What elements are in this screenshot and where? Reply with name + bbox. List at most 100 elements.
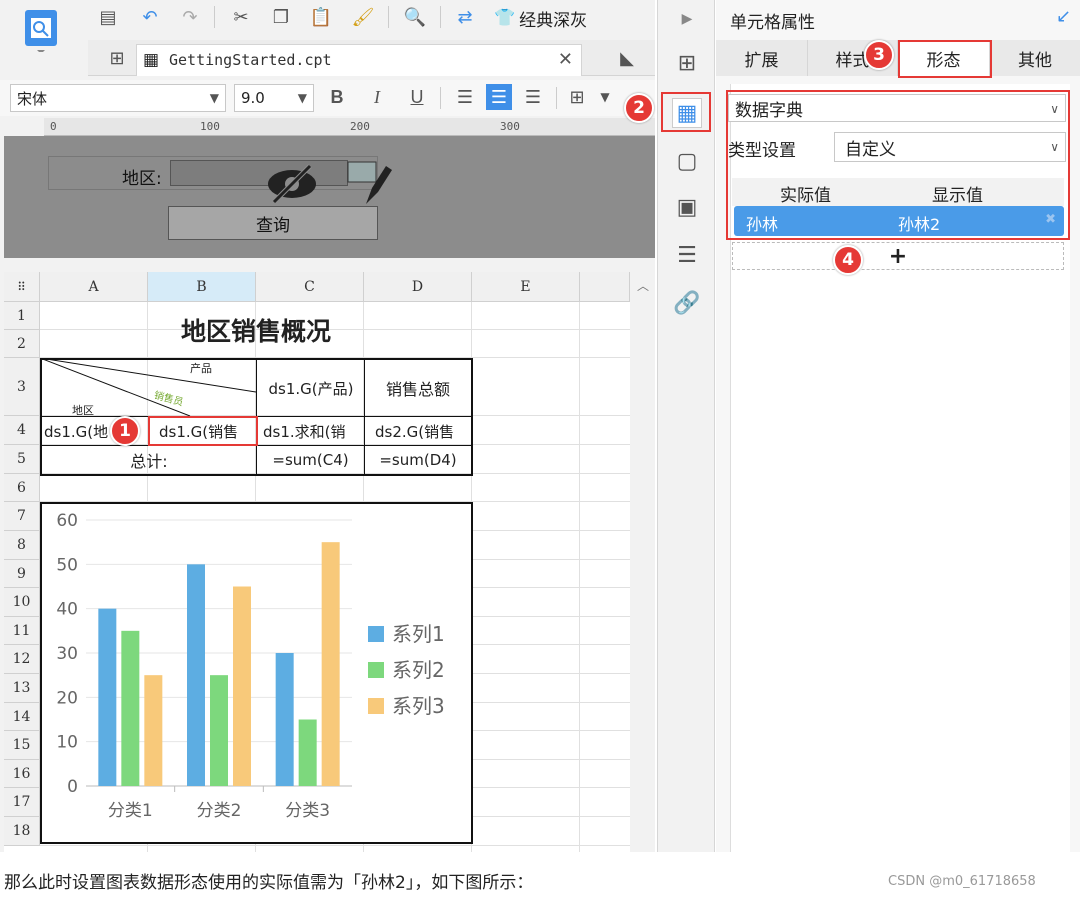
column-header[interactable]: D bbox=[364, 272, 472, 302]
theme-button[interactable]: 👕 经典深灰 bbox=[494, 6, 587, 31]
font-name-value: 宋体 bbox=[17, 89, 48, 108]
expand-arrow-icon[interactable]: ▶ bbox=[672, 4, 702, 34]
tab-expand[interactable]: 扩展 bbox=[716, 40, 808, 76]
step-marker-2: 2 bbox=[624, 93, 654, 123]
highlight-form-tab bbox=[898, 40, 992, 78]
row-header[interactable]: 11 bbox=[4, 617, 40, 645]
y-tick-label: 10 bbox=[56, 733, 78, 753]
new-sheet-icon[interactable]: ⊞ bbox=[104, 45, 130, 71]
row-header[interactable]: 5 bbox=[4, 445, 40, 474]
cell-c3[interactable]: ds1.G(产品) bbox=[258, 360, 364, 416]
row-header[interactable]: 12 bbox=[4, 645, 40, 674]
widget-icon[interactable]: ▣ bbox=[672, 192, 702, 222]
row-header[interactable]: 8 bbox=[4, 531, 40, 560]
bold-icon[interactable]: B bbox=[324, 84, 350, 110]
collapse-panel-icon[interactable]: ↙ bbox=[1056, 6, 1071, 27]
row-header[interactable]: 18 bbox=[4, 817, 40, 846]
cell-a5-total[interactable]: 总计: bbox=[42, 446, 256, 474]
row-header[interactable]: 13 bbox=[4, 674, 40, 703]
step-marker-1: 1 bbox=[110, 416, 140, 446]
add-row-button[interactable]: + bbox=[732, 242, 1064, 270]
x-tick-label: 分类1 bbox=[108, 801, 153, 821]
format-painter-icon[interactable]: 🖌 bbox=[350, 4, 376, 30]
underline-icon[interactable]: U bbox=[404, 84, 430, 110]
report-title[interactable]: 地区销售概况 bbox=[40, 302, 472, 358]
align-center-icon[interactable]: ☰ bbox=[486, 84, 512, 110]
cell-d3[interactable]: 销售总额 bbox=[365, 360, 471, 416]
row-header[interactable]: 17 bbox=[4, 788, 40, 817]
copy-icon[interactable]: ❐ bbox=[268, 4, 294, 30]
column-header[interactable]: E bbox=[472, 272, 580, 302]
y-tick-label: 30 bbox=[56, 644, 78, 664]
row-header[interactable]: 7 bbox=[4, 502, 40, 531]
tab-other[interactable]: 其他 bbox=[990, 40, 1080, 76]
column-header[interactable]: B bbox=[148, 272, 256, 302]
align-right-icon[interactable]: ☰ bbox=[520, 84, 546, 110]
grid-col-line bbox=[579, 302, 580, 852]
panel-title: 单元格属性 bbox=[730, 13, 815, 33]
bar bbox=[321, 542, 340, 786]
undo-icon[interactable]: ↶ bbox=[137, 4, 163, 30]
chart-frame[interactable]: 0 10 20 30 40 50 60 分类1 分类2 分类3 系列1 系列2 系列3 bbox=[40, 502, 473, 844]
legend-swatch bbox=[368, 662, 384, 678]
switch-icon[interactable]: ⇄ bbox=[452, 4, 478, 30]
preview-icon[interactable]: 🔍 bbox=[402, 4, 428, 30]
bar bbox=[298, 719, 317, 786]
tab-menu-icon[interactable]: ◣ bbox=[614, 45, 640, 71]
row-header[interactable]: 2 bbox=[4, 330, 40, 358]
file-tab-bar: ⊞ ▦ GettingStarted.cpt ✕ ◣ bbox=[88, 40, 655, 76]
close-tab-icon[interactable]: ✕ bbox=[558, 49, 573, 70]
cell-d5[interactable]: =sum(D4) bbox=[365, 446, 471, 474]
edit-widget-icon[interactable] bbox=[346, 156, 392, 212]
row-header[interactable]: 10 bbox=[4, 588, 40, 617]
row-header[interactable]: 4 bbox=[4, 416, 40, 445]
font-size-select[interactable]: 9.0 ▼ bbox=[234, 84, 314, 112]
scroll-up-icon[interactable]: ︿ bbox=[634, 276, 652, 294]
row-header[interactable]: 3 bbox=[4, 358, 40, 416]
highlight-cell-b4 bbox=[148, 416, 258, 446]
legend-swatch bbox=[368, 626, 384, 642]
query-button[interactable]: 查询 bbox=[168, 206, 378, 240]
cut-icon[interactable]: ✂ bbox=[228, 4, 254, 30]
row-header[interactable]: 16 bbox=[4, 760, 40, 788]
column-header[interactable] bbox=[580, 272, 630, 302]
cell-c4[interactable]: ds1.求和(销 bbox=[257, 417, 364, 445]
condition-icon[interactable]: ☰ bbox=[672, 240, 702, 270]
align-left-icon[interactable]: ☰ bbox=[452, 84, 478, 110]
save-icon[interactable]: ▤ bbox=[95, 4, 121, 30]
legend-label: 系列2 bbox=[392, 658, 445, 682]
chevron-down-icon: ▼ bbox=[209, 91, 219, 105]
row-header[interactable]: 6 bbox=[4, 474, 40, 502]
corner-cell[interactable]: ⠿ bbox=[4, 272, 40, 302]
bar bbox=[233, 586, 251, 786]
hyperlink-icon[interactable]: 🔗 bbox=[672, 288, 702, 318]
region-input[interactable] bbox=[170, 160, 348, 186]
cell-expand-icon[interactable]: ⊞ bbox=[672, 48, 702, 78]
format-toolbar: 宋体 ▼ 9.0 ▼ B I U ☰ ☰ ☰ ⊞ ▼ bbox=[0, 80, 655, 116]
column-header[interactable]: C bbox=[256, 272, 364, 302]
cell-c5[interactable]: =sum(C4) bbox=[257, 446, 364, 474]
column-header[interactable]: A bbox=[40, 272, 148, 302]
row-header[interactable]: 14 bbox=[4, 703, 40, 731]
cell-d4[interactable]: ds2.G(销售 bbox=[365, 417, 471, 445]
font-size-value: 9.0 bbox=[241, 89, 265, 107]
font-name-select[interactable]: 宋体 ▼ bbox=[10, 84, 226, 112]
border-icon[interactable]: ⊞ bbox=[564, 84, 590, 110]
diag-region-label: 地区 bbox=[72, 404, 94, 417]
designer-pane: ▤ ↶ ↷ ✂ ❐ 📋 🖌 🔍 ⇄ 👕 经典深灰 ⊞ ▦ GettingStar… bbox=[0, 0, 655, 852]
cell-border-icon[interactable]: ▢ bbox=[672, 146, 702, 176]
app-logo-icon[interactable] bbox=[22, 8, 60, 54]
x-tick-label: 分类3 bbox=[285, 801, 330, 821]
y-tick-label: 20 bbox=[56, 688, 78, 708]
report-grid: ⠿ A B C D E 1 2 3 4 5 6 7 8 9 10 11 12 13 14 15 16 17 18 … bbox=[4, 272, 630, 852]
row-header[interactable]: 15 bbox=[4, 731, 40, 760]
step-marker-3: 3 bbox=[864, 40, 894, 70]
row-header[interactable]: 1 bbox=[4, 302, 40, 330]
paste-icon[interactable]: 📋 bbox=[308, 4, 334, 30]
row-header[interactable]: 9 bbox=[4, 560, 40, 588]
ruler: 0 100 200 300 bbox=[44, 118, 655, 136]
italic-icon[interactable]: I bbox=[364, 84, 390, 110]
redo-icon[interactable]: ↷ bbox=[177, 4, 203, 30]
file-tab[interactable]: ▦ GettingStarted.cpt ✕ bbox=[136, 44, 582, 76]
border-dropdown-icon[interactable]: ▼ bbox=[592, 84, 618, 110]
